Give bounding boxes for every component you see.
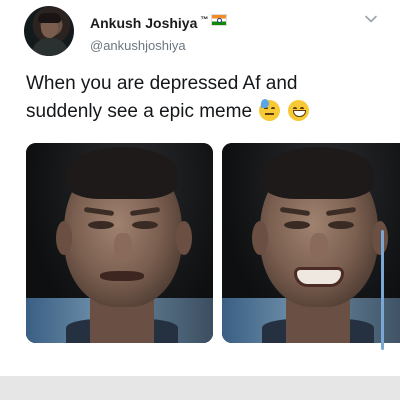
bottom-bar <box>0 376 400 400</box>
crying-man-photo[interactable] <box>26 143 213 343</box>
tweet-text-line2: suddenly see a epic meme <box>26 101 253 122</box>
avatar-shirt <box>32 38 68 56</box>
india-flag-icon <box>211 14 228 26</box>
author-avatar[interactable] <box>24 6 74 56</box>
author-name[interactable]: Ankush Joshiya ™ <box>90 14 228 31</box>
scrollbar[interactable] <box>381 230 384 350</box>
author-name-text: Ankush Joshiya <box>90 15 198 31</box>
avatar-hair <box>38 13 61 23</box>
tweet-text: When you are depressed Af and suddenly s… <box>26 72 386 124</box>
tweet-text-line1: When you are depressed Af and <box>26 73 298 94</box>
tweet-text-line2-row: suddenly see a epic meme <box>26 96 386 124</box>
sweat-face-emoji <box>259 99 281 121</box>
smiling-through-tears-photo[interactable] <box>222 143 400 343</box>
grin-face-emoji <box>287 100 309 121</box>
trademark-badge: ™ <box>200 14 209 24</box>
chevron-down-icon[interactable] <box>364 12 378 26</box>
author-handle[interactable]: @ankushjoshiya <box>90 38 186 53</box>
